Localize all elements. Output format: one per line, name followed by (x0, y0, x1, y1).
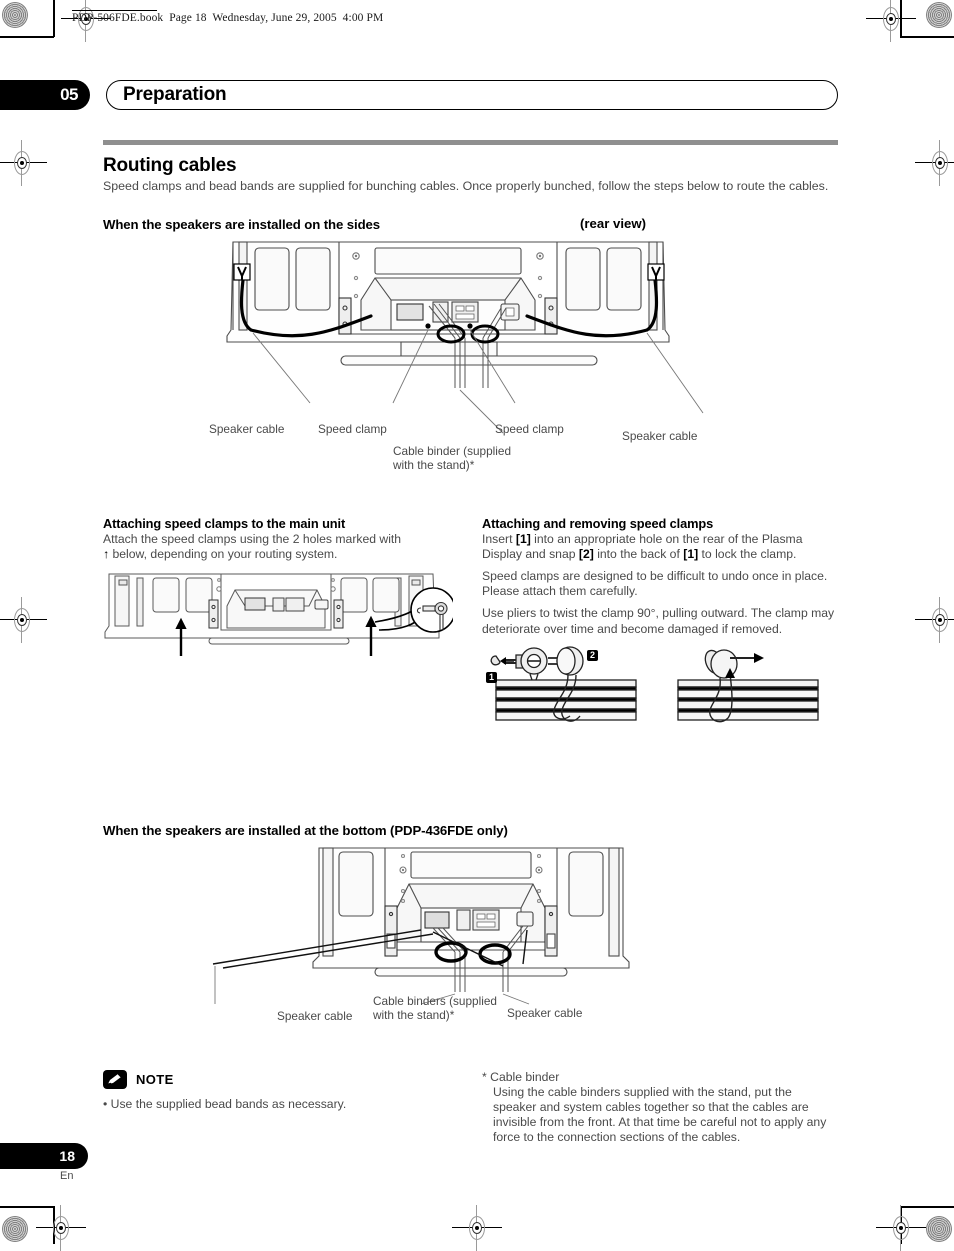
figure-bottom-heading: When the speakers are installed at the b… (103, 822, 508, 838)
note-label: NOTE (136, 1071, 174, 1087)
attaching-removing-column: Attaching and removing speed clamps Inse… (482, 516, 838, 730)
section-intro: Speed clamps and bead bands are supplied… (103, 179, 829, 193)
page-title: Routing cables (103, 155, 237, 176)
footnote-body: Using the cable binders supplied with th… (493, 1084, 827, 1144)
attaching-removing-para-3: Use pliers to twist the clamp 90°, pulli… (482, 606, 835, 636)
figure-sides-heading-row: When the speakers are installed on the s… (103, 216, 838, 234)
label-speed-clamp-right: Speed clamp (495, 421, 564, 436)
pencil-icon-svg (107, 1073, 122, 1084)
chapter-title-pill: Preparation (106, 80, 838, 110)
registration-mark-bottom-left (36, 1205, 86, 1251)
registration-mark-right-lower (915, 597, 954, 643)
label-speaker-cable-right: Speaker cable (622, 428, 698, 443)
figure-sides-heading: When the speakers are installed on the s… (103, 216, 381, 232)
attaching-removing-para-1: Insert [1] into an appropriate hole on t… (482, 532, 838, 562)
inline-badge-1: [1] (515, 531, 531, 546)
attaching-clamps-column: Attaching speed clamps to the main unit … (103, 516, 453, 657)
file-header-rule (72, 10, 157, 11)
chapter-number-tab: 05 (0, 80, 90, 110)
footnote-title-row: * Cable binder (482, 1070, 838, 1085)
page-content: Routing cables Speed clamps and bead ban… (103, 140, 838, 1180)
crop-line-top-left-v (53, 0, 55, 37)
diagram-badge-2: 2 (587, 649, 598, 661)
file-header-text: PDP-506FDE.book Page 18 Wednesday, June … (72, 12, 384, 24)
page-number: 18 (59, 1148, 75, 1164)
registration-mark-bottom-right (876, 1205, 926, 1251)
section-top-rule (103, 140, 838, 145)
attaching-clamps-heading: Attaching speed clamps to the main unit (103, 515, 346, 531)
inline-badge-3-value: 1 (687, 546, 695, 561)
crop-line-bottom-right (900, 1206, 954, 1208)
attaching-clamps-text-b: below, depending on your routing system. (112, 546, 338, 561)
corner-blob-top-left (2, 2, 28, 28)
footnote-marker: * (482, 1069, 487, 1084)
figure-speakers-on-sides: Speaker cable Speed clamp Speed clamp Sp… (103, 238, 838, 488)
chapter-number: 05 (60, 85, 78, 104)
ar-text-a: Insert (482, 531, 513, 546)
corner-blob-bottom-right (926, 1216, 952, 1242)
inline-badge-3: [1] (683, 546, 699, 561)
label-bottom-speaker-cable-right: Speaker cable (507, 1005, 583, 1020)
footnote-block: * Cable binder Using the cable binders s… (482, 1070, 838, 1145)
page-language: En (60, 1170, 74, 1182)
registration-mark-right-upper (915, 140, 954, 186)
note-block: NOTE • Use the supplied bead bands as ne… (103, 1069, 463, 1112)
footnote-title: Cable binder (490, 1069, 560, 1084)
notes-section: NOTE • Use the supplied bead bands as ne… (103, 1069, 838, 1180)
clamp-instructions-columns: Attaching speed clamps to the main unit … (103, 516, 838, 746)
figure-bottom-heading-row: When the speakers are installed at the b… (103, 822, 838, 840)
rear-view-label: (rear view) (580, 215, 646, 231)
label-speaker-cable-left: Speaker cable (209, 421, 285, 436)
registration-mark-top-right (866, 0, 916, 42)
crop-line-bottom-left (0, 1206, 54, 1208)
ar-text-c: into the back of (597, 546, 680, 561)
figure-clamp-holes-svg (104, 573, 453, 656)
attaching-removing-para-2: Speed clamps are designed to be difficul… (482, 568, 828, 599)
pencil-icon (103, 1069, 127, 1089)
crop-line-top-left (0, 36, 54, 38)
page-number-tab: 18 (0, 1143, 88, 1169)
figure-clamp-steps-svg (490, 646, 819, 723)
corner-blob-top-right (926, 2, 952, 28)
label-bottom-cable-binders: Cable binders (supplied with the stand)* (373, 993, 497, 1022)
note-item: • Use the supplied bead bands as necessa… (103, 1096, 347, 1111)
figure-clamp-holes (103, 572, 453, 657)
inline-badge-1-value: 1 (519, 531, 527, 546)
inline-badge-2-value: 2 (582, 546, 590, 561)
figure-speed-clamp-steps: 1 2 (482, 644, 838, 730)
registration-mark-left-lower (0, 597, 47, 643)
registration-mark-bottom-center (452, 1205, 502, 1251)
inline-badge-2: [2] (578, 546, 594, 561)
figure-speakers-at-bottom: Speaker cable Cable binders (supplied wi… (103, 846, 838, 1046)
attaching-clamps-text: Attach the speed clamps using the 2 hole… (103, 532, 453, 562)
label-speed-clamp-left: Speed clamp (318, 421, 387, 436)
label-cable-binder: Cable binder (supplied with the stand)* (393, 443, 512, 472)
note-header: NOTE (103, 1069, 463, 1089)
dagger-symbol: ↑ (103, 546, 110, 561)
attaching-removing-heading: Attaching and removing speed clamps (482, 515, 714, 531)
label-bottom-speaker-cable-left: Speaker cable (277, 1008, 353, 1023)
corner-blob-bottom-left (2, 1216, 28, 1242)
attaching-clamps-text-a: Attach the speed clamps using the 2 hole… (103, 531, 402, 546)
crop-line-top-right (900, 36, 954, 38)
chapter-title: Preparation (123, 84, 227, 105)
diagram-badge-1: 1 (486, 671, 497, 683)
ar-text-d: to lock the clamp. (701, 546, 797, 561)
registration-mark-left-upper (0, 140, 47, 186)
